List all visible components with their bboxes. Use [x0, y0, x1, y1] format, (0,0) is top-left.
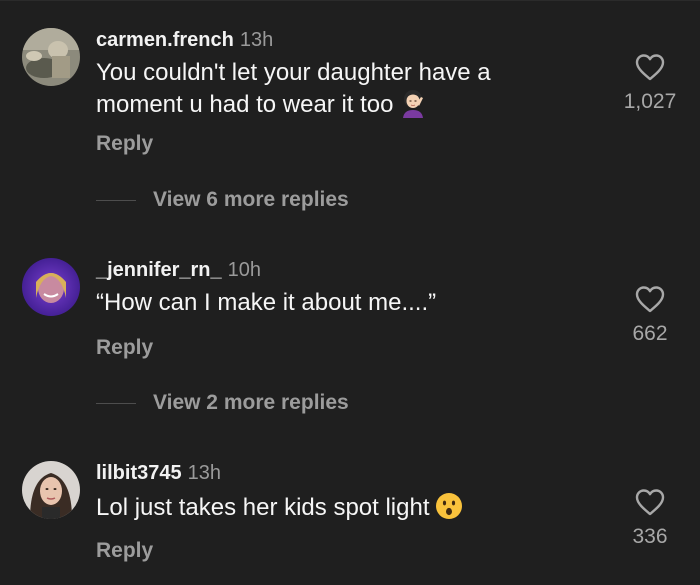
woman-facepalming-emoji	[402, 90, 423, 118]
reply-button[interactable]: Reply	[96, 539, 153, 563]
top-divider	[0, 0, 700, 1]
view-more-replies[interactable]: View 6 more replies	[96, 186, 349, 214]
comment-body: lilbit3745 13h Lol just takes her kids sp…	[96, 461, 616, 523]
like-count: 336	[632, 525, 668, 548]
timestamp: 10h	[227, 259, 261, 281]
view-more-label: View 2 more replies	[153, 391, 349, 414]
username[interactable]: lilbit3745	[96, 462, 182, 484]
comment-text: You couldn't let your daughter have a mo…	[96, 58, 616, 120]
comment-body: _jennifer_rn_ 10h “How can I make it abou…	[96, 258, 616, 318]
like-control: 1,027	[610, 52, 690, 114]
like-count: 1,027	[623, 90, 677, 113]
surprised-face-emoji	[435, 493, 462, 519]
like-control: 662	[610, 284, 690, 346]
comment-text-line: You couldn't let your daughter have a	[96, 59, 491, 86]
username[interactable]: _jennifer_rn_	[96, 259, 222, 281]
like-control: 336	[610, 487, 690, 549]
comment-meta: carmen.french 13h	[96, 28, 616, 52]
view-more-line	[96, 199, 136, 201]
avatar[interactable]	[22, 461, 80, 519]
comment-meta: _jennifer_rn_ 10h	[96, 258, 616, 282]
view-more-replies[interactable]: View 2 more replies	[96, 389, 349, 417]
reply-button[interactable]: Reply	[96, 132, 153, 156]
timestamp: 13h	[187, 462, 221, 484]
heart-outline-icon[interactable]	[634, 284, 666, 314]
heart-outline-icon[interactable]	[634, 52, 666, 82]
comment-body: carmen.french 13h You couldn't let your d…	[96, 28, 616, 120]
view-more-label: View 6 more replies	[153, 188, 349, 211]
username[interactable]: carmen.french	[96, 29, 234, 51]
heart-outline-icon[interactable]	[634, 487, 666, 517]
comment-text: “How can I make it about me....”	[96, 289, 437, 316]
comment-meta: lilbit3745 13h	[96, 461, 616, 485]
view-more-line	[96, 402, 136, 404]
reply-button[interactable]: Reply	[96, 336, 153, 360]
comment-text-line: moment u had to wear it too	[96, 91, 394, 118]
avatar[interactable]	[22, 28, 80, 86]
comment-text: Lol just takes her kids spot light	[96, 491, 616, 523]
comment-text-line: Lol just takes her kids spot light	[96, 494, 430, 521]
avatar[interactable]	[22, 258, 80, 316]
timestamp: 13h	[239, 29, 274, 51]
like-count: 662	[632, 322, 668, 345]
